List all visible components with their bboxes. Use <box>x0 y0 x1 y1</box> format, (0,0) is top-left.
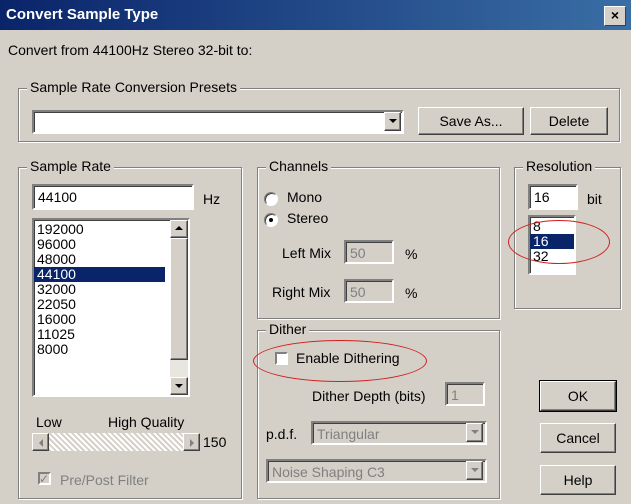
help-button[interactable]: Help <box>540 465 616 495</box>
chevron-down-icon <box>470 468 479 472</box>
quality-value: 150 <box>203 434 227 450</box>
pdf-dropdown[interactable]: Triangular <box>311 421 487 445</box>
pre-post-filter-checkbox[interactable]: ✓ <box>38 472 51 485</box>
resolution-legend: Resolution <box>523 158 596 174</box>
resolution-input[interactable]: 16 <box>528 184 578 210</box>
pdf-label: p.d.f. <box>266 426 298 442</box>
scroll-down-button[interactable] <box>170 377 188 395</box>
dither-depth-label: Dither Depth (bits) <box>312 388 426 404</box>
chevron-down-icon <box>175 384 183 388</box>
dither-depth-input[interactable]: 1 <box>445 382 485 406</box>
quality-slider[interactable] <box>32 433 200 451</box>
save-as-button[interactable]: Save As... <box>418 107 524 135</box>
left-mix-input[interactable]: 50 <box>344 240 394 264</box>
noise-shaping-dropdown[interactable]: Noise Shaping C3 <box>266 459 487 483</box>
list-item-selected[interactable]: 44100 <box>34 267 165 282</box>
mono-label: Mono <box>287 189 323 205</box>
chevron-left-icon <box>38 439 43 447</box>
close-button[interactable]: × <box>604 6 626 26</box>
quality-low-label: Low <box>36 414 62 430</box>
annotation-ellipse <box>253 340 427 382</box>
sample-rate-legend: Sample Rate <box>27 158 114 174</box>
slider-left-button[interactable] <box>32 433 49 451</box>
list-scrollbar[interactable] <box>170 220 188 395</box>
dither-legend: Dither <box>266 321 310 337</box>
list-item[interactable]: 32000 <box>34 282 188 297</box>
pre-post-filter-label: Pre/Post Filter <box>60 472 149 488</box>
dialog-title: Convert Sample Type <box>6 6 159 23</box>
slider-right-button[interactable] <box>183 433 200 451</box>
delete-button[interactable]: Delete <box>530 107 608 135</box>
list-item[interactable]: 16000 <box>34 312 188 327</box>
stereo-label: Stereo <box>287 210 329 226</box>
left-mix-percent: % <box>405 246 418 262</box>
pdf-dropdown-button[interactable] <box>466 423 483 442</box>
list-item[interactable]: 8000 <box>34 342 188 357</box>
annotation-ellipse <box>508 220 610 264</box>
checkmark-icon: ✓ <box>39 472 50 486</box>
convert-from-label: Convert from 44100Hz Stereo 32-bit to: <box>8 42 253 58</box>
list-item[interactable]: 192000 <box>34 222 188 237</box>
channels-legend: Channels <box>266 158 332 174</box>
list-item[interactable]: 96000 <box>34 237 188 252</box>
scroll-up-button[interactable] <box>170 220 188 238</box>
chevron-up-icon <box>175 226 183 230</box>
scroll-thumb[interactable] <box>170 238 188 360</box>
resolution-unit: bit <box>587 191 602 207</box>
presets-dropdown-button[interactable] <box>384 112 401 131</box>
list-item[interactable]: 11025 <box>34 327 188 342</box>
chevron-down-icon <box>470 430 479 434</box>
chevron-down-icon <box>388 119 397 123</box>
presets-legend: Sample Rate Conversion Presets <box>27 79 240 95</box>
sample-rate-unit: Hz <box>203 191 221 207</box>
right-mix-percent: % <box>405 285 418 301</box>
presets-dropdown[interactable] <box>32 110 404 134</box>
right-mix-input[interactable]: 50 <box>344 279 394 303</box>
ok-button[interactable]: OK <box>539 380 617 412</box>
mono-radio[interactable] <box>264 192 278 206</box>
chevron-right-icon <box>189 439 194 447</box>
list-item[interactable]: 48000 <box>34 252 188 267</box>
stereo-radio[interactable] <box>264 213 278 227</box>
sample-rate-input[interactable]: 44100 <box>32 184 194 210</box>
list-item[interactable]: 22050 <box>34 297 188 312</box>
right-mix-label: Right Mix <box>272 284 331 300</box>
noise-shaping-dropdown-button[interactable] <box>466 461 483 480</box>
quality-high-label: High Quality <box>108 414 185 430</box>
radio-dot-icon <box>269 218 273 222</box>
sample-rate-list[interactable]: 192000 96000 48000 44100 32000 22050 160… <box>32 218 190 397</box>
title-bar: Convert Sample Type × <box>0 0 631 30</box>
cancel-button[interactable]: Cancel <box>540 423 616 453</box>
left-mix-label: Left Mix <box>282 245 332 261</box>
